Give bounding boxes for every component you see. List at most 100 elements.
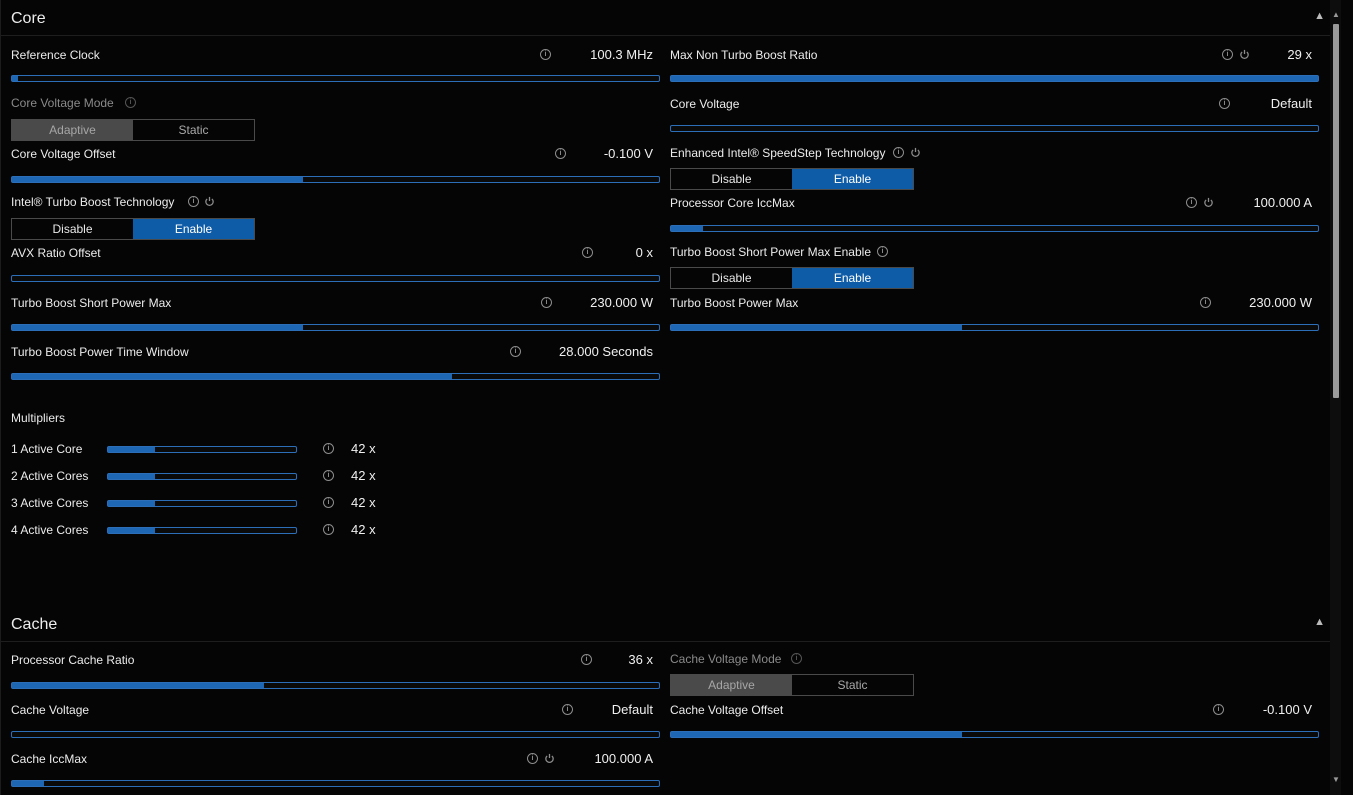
cache-ratio-slider[interactable] bbox=[11, 682, 660, 689]
reference-clock-slider[interactable] bbox=[11, 75, 660, 82]
info-icon[interactable]: i bbox=[323, 497, 334, 508]
cache-voltage-mode-toggle[interactable]: Adaptive Static bbox=[670, 674, 914, 696]
speedstep-setting: Enhanced Intel® SpeedStep Technology i D… bbox=[670, 146, 1320, 191]
slider-fill bbox=[12, 325, 304, 330]
cache-voltage-offset-slider[interactable] bbox=[670, 731, 1319, 738]
info-icon[interactable]: i bbox=[510, 346, 521, 357]
max-non-turbo-ratio-label: Max Non Turbo Boost Ratio bbox=[670, 48, 818, 62]
enable-option[interactable]: Enable bbox=[792, 268, 913, 288]
power-max-label: Turbo Boost Power Max bbox=[670, 296, 799, 310]
power-icon[interactable] bbox=[544, 753, 555, 764]
info-icon[interactable]: i bbox=[188, 196, 199, 207]
chevron-up-icon[interactable]: ▲ bbox=[1314, 616, 1325, 628]
info-icon[interactable]: i bbox=[582, 247, 593, 258]
power-icon[interactable] bbox=[204, 196, 215, 207]
cache-iccmax-setting: Cache IccMax i 100.000 A bbox=[11, 751, 661, 792]
info-icon[interactable]: i bbox=[555, 148, 566, 159]
adaptive-option[interactable]: Adaptive bbox=[671, 675, 792, 695]
info-icon[interactable]: i bbox=[323, 443, 334, 454]
core-voltage-label: Core Voltage bbox=[670, 97, 740, 111]
power-max-slider[interactable] bbox=[670, 324, 1319, 331]
info-icon[interactable]: i bbox=[877, 246, 888, 257]
cache-voltage-mode-setting: Cache Voltage Mode i Adaptive Static bbox=[670, 652, 1320, 697]
slider-fill bbox=[12, 781, 45, 786]
core-voltage-mode-label: Core Voltage Mode bbox=[11, 96, 114, 110]
enable-option[interactable]: Enable bbox=[133, 219, 254, 239]
multiplier-value: 42 x bbox=[351, 522, 376, 537]
info-icon[interactable]: i bbox=[1222, 49, 1233, 60]
info-icon[interactable]: i bbox=[893, 147, 904, 158]
avx-offset-label: AVX Ratio Offset bbox=[11, 246, 101, 260]
slider-fill bbox=[671, 76, 1318, 81]
multiplier-label: 2 Active Cores bbox=[11, 469, 89, 483]
chevron-up-icon[interactable]: ▲ bbox=[1314, 10, 1325, 22]
multiplier-slider[interactable] bbox=[107, 446, 297, 453]
scrollbar-thumb[interactable] bbox=[1333, 24, 1339, 398]
disable-option[interactable]: Disable bbox=[671, 268, 792, 288]
avx-offset-slider[interactable] bbox=[11, 275, 660, 282]
turbo-boost-tech-label: Intel® Turbo Boost Technology bbox=[11, 195, 175, 209]
info-icon[interactable]: i bbox=[581, 654, 592, 665]
multiplier-label: 4 Active Cores bbox=[11, 523, 89, 537]
reference-clock-setting: Reference Clock i 100.3 MHz bbox=[11, 47, 661, 88]
time-window-value: 28.000 Seconds bbox=[559, 344, 653, 359]
scroll-down-icon[interactable]: ▼ bbox=[1331, 775, 1341, 784]
cache-section-header[interactable]: Cache ▲ bbox=[1, 607, 1331, 642]
multiplier-row: 2 Active Cores i 42 x bbox=[11, 468, 391, 485]
core-voltage-offset-setting: Core Voltage Offset i -0.100 V bbox=[11, 146, 661, 187]
short-power-max-slider[interactable] bbox=[11, 324, 660, 331]
info-icon[interactable]: i bbox=[541, 297, 552, 308]
info-icon[interactable]: i bbox=[562, 704, 573, 715]
slider-fill bbox=[671, 732, 963, 737]
info-icon[interactable]: i bbox=[791, 653, 802, 664]
info-icon[interactable]: i bbox=[323, 524, 334, 535]
power-icon[interactable] bbox=[1239, 49, 1250, 60]
slider-fill bbox=[108, 501, 155, 506]
enable-option[interactable]: Enable bbox=[792, 169, 913, 189]
info-icon[interactable]: i bbox=[125, 97, 136, 108]
info-icon[interactable]: i bbox=[1186, 197, 1197, 208]
time-window-slider[interactable] bbox=[11, 373, 660, 380]
info-icon[interactable]: i bbox=[1200, 297, 1211, 308]
info-icon[interactable]: i bbox=[540, 49, 551, 60]
static-option[interactable]: Static bbox=[792, 675, 913, 695]
core-voltage-offset-slider[interactable] bbox=[11, 176, 660, 183]
cache-ratio-label: Processor Cache Ratio bbox=[11, 653, 135, 667]
core-voltage-mode-toggle[interactable]: Adaptive Static bbox=[11, 119, 255, 141]
short-power-max-enable-toggle[interactable]: Disable Enable bbox=[670, 267, 914, 289]
short-power-max-setting: Turbo Boost Short Power Max i 230.000 W bbox=[11, 295, 661, 336]
power-icon[interactable] bbox=[1203, 197, 1214, 208]
cache-iccmax-slider[interactable] bbox=[11, 780, 660, 787]
power-icon[interactable] bbox=[910, 147, 921, 158]
short-power-max-enable-setting: Turbo Boost Short Power Max Enable i Dis… bbox=[670, 245, 1320, 290]
short-power-max-label: Turbo Boost Short Power Max bbox=[11, 296, 172, 310]
slider-fill bbox=[108, 528, 155, 533]
multiplier-slider[interactable] bbox=[107, 473, 297, 480]
slider-fill bbox=[12, 177, 304, 182]
multiplier-label: 1 Active Core bbox=[11, 442, 83, 456]
info-icon[interactable]: i bbox=[527, 753, 538, 764]
slider-fill bbox=[671, 226, 704, 231]
core-section-header[interactable]: Core ▲ bbox=[1, 1, 1331, 36]
adaptive-option[interactable]: Adaptive bbox=[12, 120, 133, 140]
info-icon[interactable]: i bbox=[1213, 704, 1224, 715]
cache-ratio-value: 36 x bbox=[628, 652, 653, 667]
static-option[interactable]: Static bbox=[133, 120, 254, 140]
core-iccmax-slider[interactable] bbox=[670, 225, 1319, 232]
max-non-turbo-ratio-slider[interactable] bbox=[670, 75, 1319, 82]
info-icon[interactable]: i bbox=[323, 470, 334, 481]
cache-voltage-value: Default bbox=[611, 702, 653, 717]
disable-option[interactable]: Disable bbox=[12, 219, 133, 239]
speedstep-toggle[interactable]: Disable Enable bbox=[670, 168, 914, 190]
scroll-up-icon[interactable]: ▲ bbox=[1331, 10, 1341, 19]
cache-voltage-slider[interactable] bbox=[11, 731, 660, 738]
slider-fill bbox=[108, 474, 155, 479]
info-icon[interactable]: i bbox=[1219, 98, 1230, 109]
avx-offset-setting: AVX Ratio Offset i 0 x bbox=[11, 245, 661, 286]
multiplier-slider[interactable] bbox=[107, 527, 297, 534]
core-voltage-slider[interactable] bbox=[670, 125, 1319, 132]
disable-option[interactable]: Disable bbox=[671, 169, 792, 189]
multiplier-slider[interactable] bbox=[107, 500, 297, 507]
turbo-boost-tech-toggle[interactable]: Disable Enable bbox=[11, 218, 255, 240]
core-voltage-offset-value: -0.100 V bbox=[603, 146, 653, 161]
